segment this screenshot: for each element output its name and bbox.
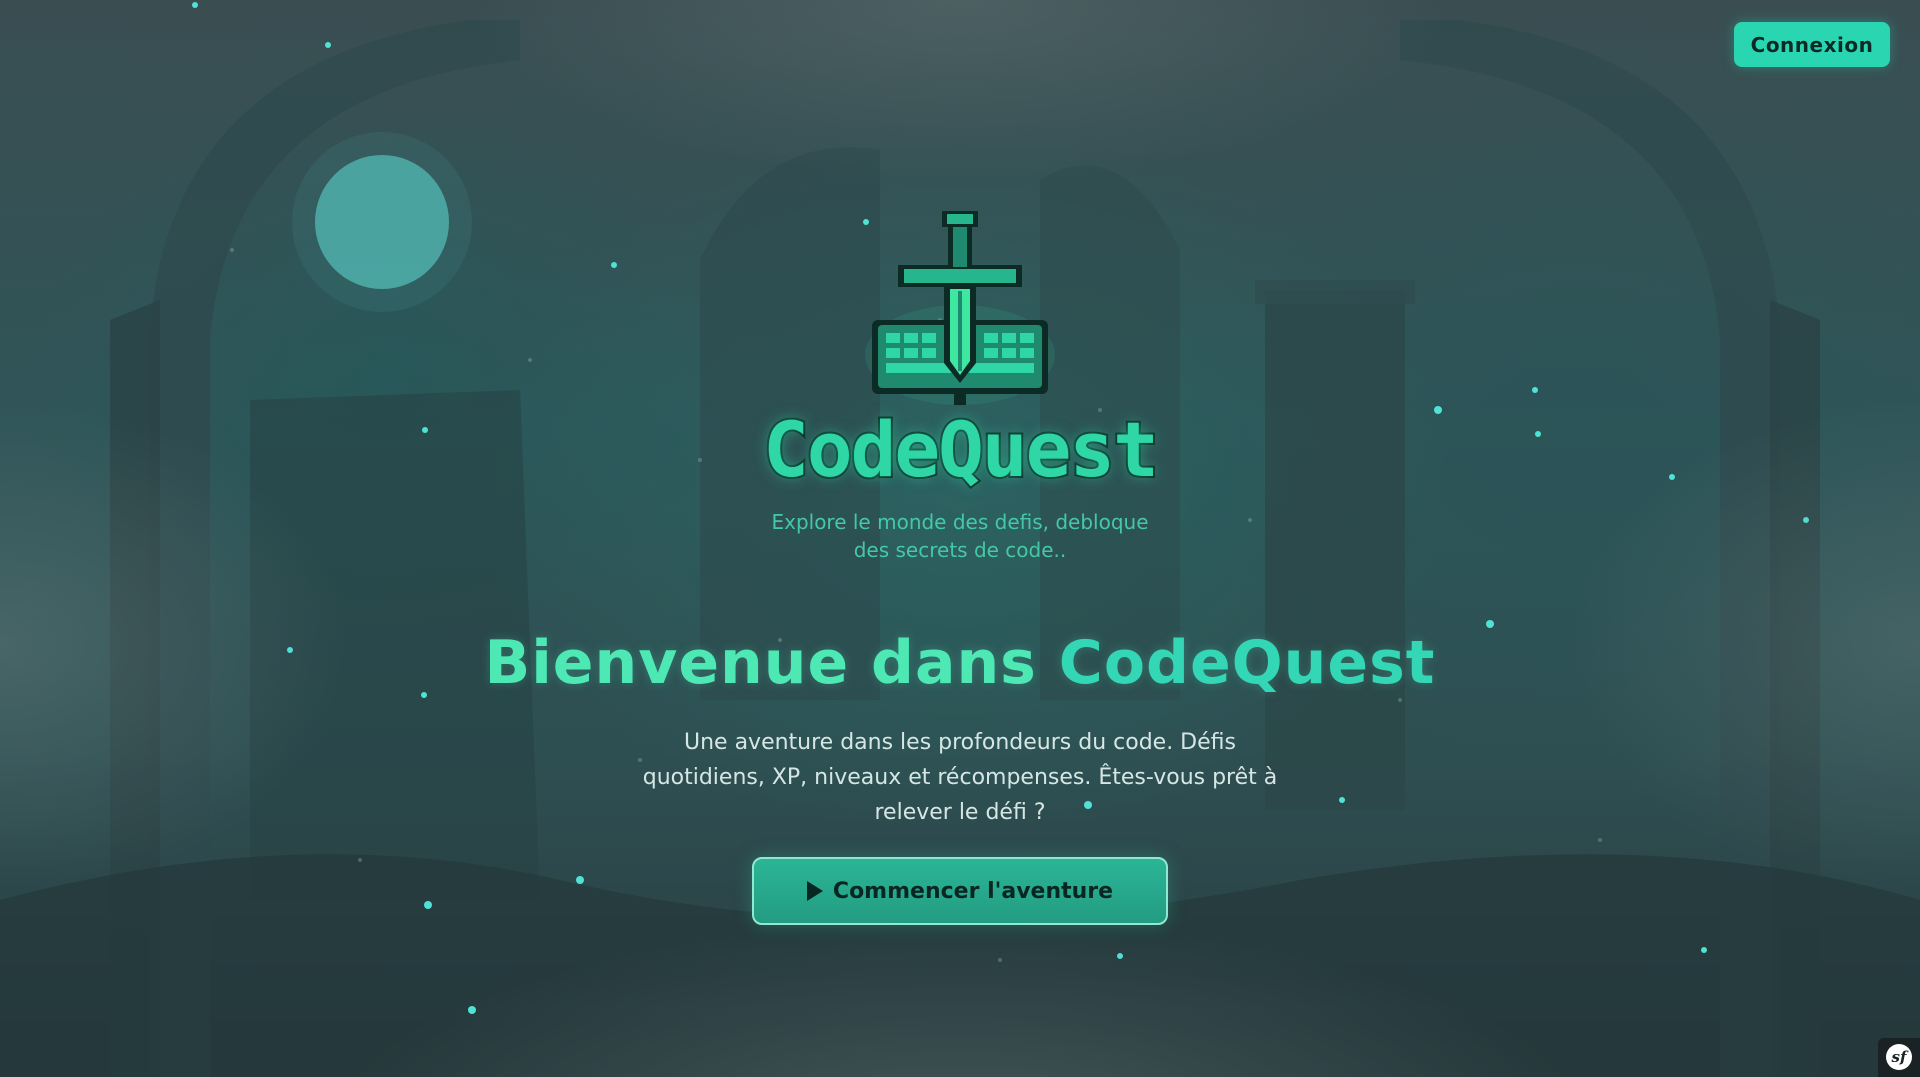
intro-text: Une aventure dans les profondeurs du cod…	[560, 725, 1360, 830]
intro-line: relever le défi ?	[874, 800, 1046, 825]
intro-line: Une aventure dans les profondeurs du cod…	[684, 730, 1236, 755]
logo-tagline: Explore le monde des defis, debloque des…	[740, 508, 1180, 564]
login-button[interactable]: Connexion	[1734, 22, 1890, 67]
logo-tagline-line: Explore le monde des defis, debloque	[771, 510, 1149, 534]
logo-tagline-line: des secrets de code..	[853, 538, 1067, 562]
welcome-title-accent: CodeQuest	[1058, 628, 1436, 698]
logo-title: CodeQuest	[761, 403, 1161, 496]
debug-toolbar-toggle[interactable]: sf	[1878, 1038, 1920, 1077]
welcome-title-prefix: Bienvenue dans	[484, 628, 1037, 698]
welcome-title: Bienvenue dans CodeQuest	[360, 628, 1560, 698]
intro-line: quotidiens, XP, niveaux et récompenses. …	[642, 765, 1278, 790]
sword-keyboard-logo-icon	[860, 205, 1060, 415]
start-adventure-button[interactable]: Commencer l'aventure	[752, 857, 1168, 925]
play-icon	[806, 881, 823, 901]
start-adventure-label: Commencer l'aventure	[832, 878, 1114, 904]
landing-page: Connexion CodeQuest Explore le monde des…	[0, 0, 1920, 1077]
symfony-icon: sf	[1886, 1044, 1912, 1070]
